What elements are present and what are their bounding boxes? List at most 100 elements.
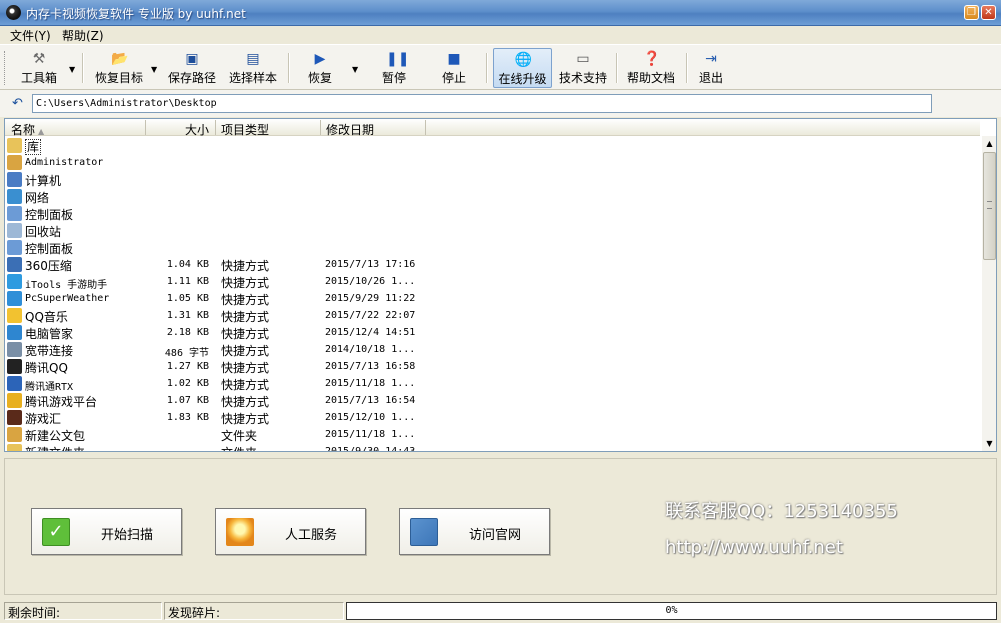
list-item[interactable]: PcSuperWeather 1.05 KB 快捷方式 2015/9/29 11:22 bbox=[5, 290, 980, 307]
toolbox-dropdown-icon[interactable]: ▼ bbox=[69, 65, 75, 74]
recover-dropdown-icon[interactable]: ▼ bbox=[352, 65, 358, 74]
column-type-header[interactable]: 项目类型 bbox=[221, 121, 269, 138]
toolbar-grip[interactable] bbox=[4, 51, 7, 85]
online-upgrade-button[interactable]: 🌐 在线升级 bbox=[493, 48, 552, 88]
app-icon bbox=[6, 5, 21, 20]
list-item[interactable]: 回收站 bbox=[5, 222, 980, 239]
list-item[interactable]: 腾讯通RTX 1.02 KB 快捷方式 2015/11/18 1... bbox=[5, 375, 980, 393]
list-item[interactable]: 库 bbox=[5, 137, 980, 155]
item-date: 2015/7/22 22:07 bbox=[325, 310, 416, 321]
item-name-cell: 360压缩 bbox=[25, 257, 72, 274]
library-icon bbox=[7, 138, 22, 153]
list-item[interactable]: 游戏汇 1.83 KB 快捷方式 2015/12/10 1... bbox=[5, 409, 980, 426]
item-name-cell: 电脑管家 bbox=[25, 325, 73, 342]
briefcase-icon bbox=[7, 427, 22, 442]
save-icon: ▣ bbox=[185, 51, 199, 67]
itools-app-icon bbox=[7, 274, 22, 289]
column-date-header[interactable]: 修改日期 bbox=[326, 121, 374, 138]
save-path-button[interactable]: ▣ 保存路径 bbox=[166, 48, 218, 88]
column-divider[interactable] bbox=[425, 120, 426, 135]
item-date: 2015/9/29 11:22 bbox=[325, 293, 416, 304]
scroll-down-icon[interactable]: ▼ bbox=[982, 436, 996, 451]
file-list: 名称 ▲ 大小 项目类型 修改日期 库 Administrator 计算机 网络 控制面板… bbox=[4, 118, 997, 452]
column-divider[interactable] bbox=[215, 120, 216, 135]
pause-icon: ❚❚ bbox=[386, 51, 410, 67]
checkmark-icon: ✓ bbox=[42, 518, 70, 546]
item-name-cell: QQ音乐 bbox=[25, 308, 68, 325]
visit-site-button[interactable]: 访问官网 bbox=[399, 508, 550, 555]
scroll-thumb[interactable] bbox=[983, 152, 996, 260]
list-item[interactable]: 360压缩 1.04 KB 快捷方式 2015/7/13 17:16 bbox=[5, 256, 980, 273]
column-divider[interactable] bbox=[320, 120, 321, 135]
item-type: 快捷方式 bbox=[221, 293, 270, 307]
start-scan-button[interactable]: ✓ 开始扫描 bbox=[31, 508, 182, 555]
item-size: 2.18 KB bbox=[166, 327, 209, 338]
item-type: 快捷方式 bbox=[221, 378, 270, 392]
recover-button[interactable]: ▶ 恢复 bbox=[300, 48, 340, 88]
item-size: 1.04 KB bbox=[166, 259, 209, 270]
item-name-cell: 腾讯QQ bbox=[25, 359, 68, 376]
item-name-cell: 新建文件夹 bbox=[25, 444, 85, 451]
back-arrow-icon[interactable]: ↶ bbox=[12, 96, 23, 111]
item-name-cell: PcSuperWeather bbox=[25, 293, 109, 304]
weather-app-icon bbox=[7, 291, 22, 306]
item-type: 文件夹 bbox=[221, 444, 257, 451]
item-name-cell: 腾讯游戏平台 bbox=[25, 393, 97, 410]
list-item[interactable]: 网络 bbox=[5, 188, 980, 205]
select-sample-button[interactable]: ▤ 选择样本 bbox=[225, 48, 281, 88]
item-name-cell: Administrator bbox=[25, 157, 103, 168]
pc-manager-icon bbox=[7, 325, 22, 340]
tech-support-button[interactable]: ▭ 技术支持 bbox=[556, 48, 610, 88]
column-divider[interactable] bbox=[145, 120, 146, 135]
item-type: 快捷方式 bbox=[221, 361, 270, 375]
manual-service-button[interactable]: 人工服务 bbox=[215, 508, 366, 555]
list-item[interactable]: QQ音乐 1.31 KB 快捷方式 2015/7/22 22:07 bbox=[5, 307, 980, 324]
item-name: 新建公文包 bbox=[25, 429, 86, 443]
list-item[interactable]: 腾讯QQ 1.27 KB 快捷方式 2015/7/13 16:58 bbox=[5, 358, 980, 375]
list-item[interactable]: iTools 手游助手 1.11 KB 快捷方式 2015/10/26 1... bbox=[5, 273, 980, 291]
column-name-header[interactable]: 名称 ▲ bbox=[11, 121, 44, 138]
computer-icon bbox=[7, 172, 22, 187]
item-name-cell: iTools 手游助手 bbox=[25, 276, 107, 291]
item-date: 2015/12/10 1... bbox=[325, 412, 416, 423]
list-item[interactable]: 宽带连接 486 字节 快捷方式 2014/10/18 1... bbox=[5, 341, 980, 359]
toolbar: ⚒ 工具箱 ▼ 📂 恢复目标 ▼ ▣ 保存路径 ▤ 选择样本 ▶ 恢复 ▼ ❚❚… bbox=[0, 44, 1001, 90]
menu-file[interactable]: 文件(Y) bbox=[10, 27, 51, 44]
list-item[interactable]: 控制面板 bbox=[5, 205, 980, 222]
help-doc-button[interactable]: ❓ 帮助文档 bbox=[623, 48, 679, 88]
broadband-icon bbox=[7, 342, 22, 357]
item-type: 快捷方式 bbox=[221, 310, 270, 324]
path-input[interactable] bbox=[32, 94, 932, 113]
list-item[interactable]: 新建文件夹 文件夹 2015/9/30 14:43 bbox=[5, 443, 980, 451]
list-item[interactable]: 计算机 bbox=[5, 171, 980, 188]
exit-button[interactable]: ⇥ 退出 bbox=[693, 48, 729, 88]
lightbulb-icon bbox=[226, 518, 254, 546]
item-name: 电脑管家 bbox=[25, 327, 74, 341]
progress-text: 0% bbox=[665, 605, 678, 616]
item-date: 2015/7/13 16:54 bbox=[325, 395, 416, 406]
recycle-bin-icon bbox=[7, 223, 22, 238]
item-size: 1.07 KB bbox=[166, 395, 209, 406]
globe-icon: 🌐 bbox=[514, 52, 532, 68]
stop-button[interactable]: ■ 停止 bbox=[434, 48, 474, 88]
website-icon bbox=[410, 518, 438, 546]
item-date: 2015/12/4 14:51 bbox=[325, 327, 416, 338]
vertical-scrollbar[interactable]: ▲ ▼ bbox=[982, 136, 996, 451]
item-name: 360压缩 bbox=[25, 259, 72, 273]
list-item[interactable]: 电脑管家 2.18 KB 快捷方式 2015/12/4 14:51 bbox=[5, 324, 980, 341]
restore-target-dropdown-icon[interactable]: ▼ bbox=[151, 65, 157, 74]
list-item[interactable]: Administrator bbox=[5, 154, 980, 171]
pause-button[interactable]: ❚❚ 暂停 bbox=[374, 48, 414, 88]
toolbox-button[interactable]: ⚒ 工具箱 bbox=[14, 48, 64, 88]
scroll-up-icon[interactable]: ▲ bbox=[982, 136, 996, 151]
restore-target-button[interactable]: 📂 恢复目标 bbox=[90, 48, 148, 88]
close-button[interactable]: ✕ bbox=[981, 5, 996, 20]
open-folder-icon: 📂 bbox=[111, 51, 129, 67]
restore-button[interactable]: ❐ bbox=[964, 5, 979, 20]
list-item[interactable]: 控制面板 bbox=[5, 239, 980, 256]
item-type: 文件夹 bbox=[221, 429, 258, 443]
column-size-header[interactable]: 大小 bbox=[185, 121, 209, 138]
list-item[interactable]: 腾讯游戏平台 1.07 KB 快捷方式 2015/7/13 16:54 bbox=[5, 392, 980, 409]
list-item[interactable]: 新建公文包 文件夹 2015/11/18 1... bbox=[5, 426, 980, 443]
menu-help[interactable]: 帮助(Z) bbox=[62, 27, 104, 44]
